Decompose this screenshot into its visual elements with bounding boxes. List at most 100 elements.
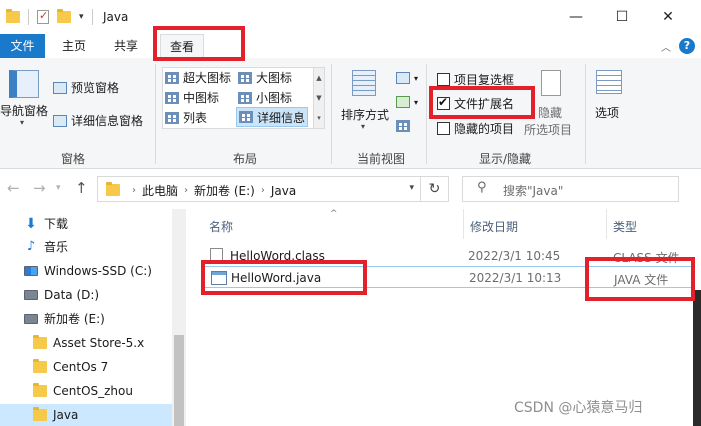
properties-icon[interactable] bbox=[37, 9, 49, 24]
refresh-button[interactable]: ↻ bbox=[421, 176, 449, 202]
highlight-box-java-file bbox=[201, 260, 367, 295]
sidebar-item-drive-e[interactable]: 新加卷 (E:) bbox=[24, 308, 105, 330]
back-icon[interactable]: ← bbox=[7, 179, 20, 197]
column-header-name[interactable]: 名称 bbox=[209, 218, 233, 235]
layout-item-label: 大图标 bbox=[256, 71, 293, 85]
tab-home[interactable]: 主页 bbox=[52, 34, 96, 58]
layout-gallery-scroll[interactable]: ▲ ▼ ▾ bbox=[313, 68, 324, 128]
column-header-date[interactable]: 修改日期 bbox=[470, 218, 518, 235]
size-columns-button[interactable] bbox=[396, 120, 410, 132]
details-pane-icon bbox=[53, 114, 67, 127]
breadcrumb-java[interactable]: Java bbox=[271, 184, 296, 198]
layout-item-label: 小图标 bbox=[256, 91, 293, 105]
sidebar-item-label: CentOs 7 bbox=[53, 360, 109, 374]
address-field[interactable]: › 此电脑 › 新加卷 (E:) › Java ▾ bbox=[97, 176, 421, 202]
sidebar-item-drive-c[interactable]: Windows-SSD (C:) bbox=[24, 260, 152, 282]
collapse-ribbon-icon[interactable]: ︿ bbox=[661, 39, 671, 54]
layout-details[interactable]: 详细信息 bbox=[236, 107, 309, 127]
sort-ascending-icon: ^ bbox=[330, 209, 338, 219]
forward-icon[interactable]: → bbox=[33, 179, 46, 197]
folder-icon bbox=[33, 335, 47, 349]
customize-toolbar-icon[interactable]: ▾ bbox=[79, 12, 84, 22]
column-header-type[interactable]: 类型 bbox=[613, 218, 637, 235]
chevron-down-icon[interactable]: ▾ bbox=[20, 118, 24, 127]
group-by-button[interactable]: ▾ bbox=[396, 72, 418, 84]
help-icon[interactable]: ? bbox=[679, 38, 695, 54]
sidebar-scrollbar[interactable] bbox=[172, 209, 186, 426]
close-button[interactable]: ✕ bbox=[645, 0, 691, 34]
tab-share[interactable]: 共享 bbox=[104, 34, 148, 58]
divider bbox=[155, 64, 156, 164]
navigation-pane-button[interactable]: 导航窗格 bbox=[0, 102, 48, 119]
sidebar-item-music[interactable]: ♪ 音乐 bbox=[24, 236, 68, 258]
search-icon: ⚲ bbox=[477, 180, 487, 195]
sidebar-item-folder[interactable]: CentOS_zhou bbox=[33, 380, 133, 402]
minimize-button[interactable]: — bbox=[553, 0, 599, 34]
download-icon: ⬇ bbox=[25, 216, 37, 232]
sidebar-item-folder[interactable]: CentOs 7 bbox=[33, 356, 108, 378]
drive-icon bbox=[24, 290, 38, 300]
address-dropdown-icon[interactable]: ▾ bbox=[409, 183, 414, 193]
window-title: Java bbox=[103, 10, 129, 24]
group-label-show-hide: 显示/隐藏 bbox=[478, 152, 532, 166]
new-folder-icon[interactable] bbox=[57, 9, 71, 23]
breadcrumb-drive-e[interactable]: 新加卷 (E:) bbox=[194, 182, 255, 199]
sidebar-item-drive-d[interactable]: Data (D:) bbox=[24, 284, 99, 306]
layout-item-label: 列表 bbox=[183, 111, 208, 125]
sidebar-item-java[interactable]: Java bbox=[0, 404, 172, 426]
scrollbar-thumb[interactable] bbox=[174, 335, 184, 426]
chevron-right-icon[interactable]: › bbox=[184, 185, 188, 196]
add-columns-icon bbox=[396, 96, 410, 108]
sidebar-item-label: CentOS_zhou bbox=[53, 384, 133, 398]
tab-file[interactable]: 文件 bbox=[0, 34, 45, 58]
sidebar-item-label: Java bbox=[53, 408, 79, 422]
group-label-panes: 窗格 bbox=[60, 152, 85, 166]
column-divider[interactable] bbox=[606, 209, 607, 239]
divider bbox=[426, 64, 427, 164]
sidebar-item-label: 下载 bbox=[44, 217, 69, 231]
layout-medium-icons[interactable]: 中图标 bbox=[165, 89, 219, 106]
up-icon[interactable]: ↑ bbox=[75, 179, 88, 197]
sidebar-item-label: Data (D:) bbox=[44, 288, 100, 302]
extra-large-icons-icon bbox=[165, 71, 179, 84]
folder-icon bbox=[33, 383, 47, 397]
options-button[interactable]: 选项 bbox=[595, 104, 619, 121]
layout-extra-large-icons[interactable]: 超大图标 bbox=[165, 69, 231, 86]
highlight-box-file-extensions bbox=[429, 86, 535, 119]
column-divider[interactable] bbox=[463, 209, 464, 239]
folder-icon[interactable] bbox=[6, 9, 20, 23]
hidden-items-toggle[interactable]: 隐藏的项目 bbox=[437, 120, 514, 137]
preview-pane-button[interactable]: 预览窗格 bbox=[53, 79, 119, 96]
layout-list[interactable]: 列表 bbox=[165, 109, 207, 126]
options-icon[interactable] bbox=[596, 70, 622, 94]
search-input[interactable]: ⚲ 搜索"Java" bbox=[462, 176, 679, 202]
sidebar-item-folder[interactable]: Asset Store-5.x bbox=[33, 332, 144, 354]
music-icon: ♪ bbox=[26, 239, 36, 254]
details-pane-button[interactable]: 详细信息窗格 bbox=[53, 112, 143, 129]
details-pane-label: 详细信息窗格 bbox=[71, 114, 144, 128]
layout-item-label: 中图标 bbox=[183, 91, 220, 105]
chevron-down-icon[interactable]: ▾ bbox=[361, 122, 365, 131]
sidebar-item-downloads[interactable]: ⬇ 下载 bbox=[24, 213, 68, 235]
file-list: ^ 名称 修改日期 类型 HelloWord.class 2022/3/1 10… bbox=[186, 209, 701, 426]
layout-small-icons[interactable]: 小图标 bbox=[238, 89, 292, 106]
group-by-icon bbox=[396, 72, 410, 84]
layout-large-icons[interactable]: 大图标 bbox=[238, 69, 292, 86]
navigation-pane-icon[interactable] bbox=[9, 70, 39, 98]
chevron-right-icon[interactable]: › bbox=[132, 185, 136, 196]
maximize-button[interactable]: ☐ bbox=[599, 0, 645, 34]
hidden-items-checkbox[interactable] bbox=[437, 122, 450, 135]
sort-by-icon[interactable] bbox=[352, 70, 376, 96]
chevron-down-icon: ▾ bbox=[414, 73, 419, 83]
drive-icon bbox=[24, 266, 38, 276]
size-columns-icon bbox=[396, 120, 410, 132]
sort-by-button[interactable]: 排序方式 bbox=[341, 106, 389, 123]
item-checkboxes-checkbox[interactable] bbox=[437, 73, 450, 86]
chevron-right-icon[interactable]: › bbox=[261, 185, 265, 196]
layout-gallery: 超大图标 大图标 中图标 小图标 列表 详细信息 ▲ ▼ ▾ bbox=[162, 67, 325, 129]
layout-item-label: 详细信息 bbox=[257, 110, 306, 125]
recent-locations-icon[interactable]: ▾ bbox=[56, 183, 61, 193]
small-icons-icon bbox=[238, 91, 252, 104]
breadcrumb-this-pc[interactable]: 此电脑 bbox=[142, 182, 178, 199]
add-columns-button[interactable]: ▾ bbox=[396, 96, 418, 108]
